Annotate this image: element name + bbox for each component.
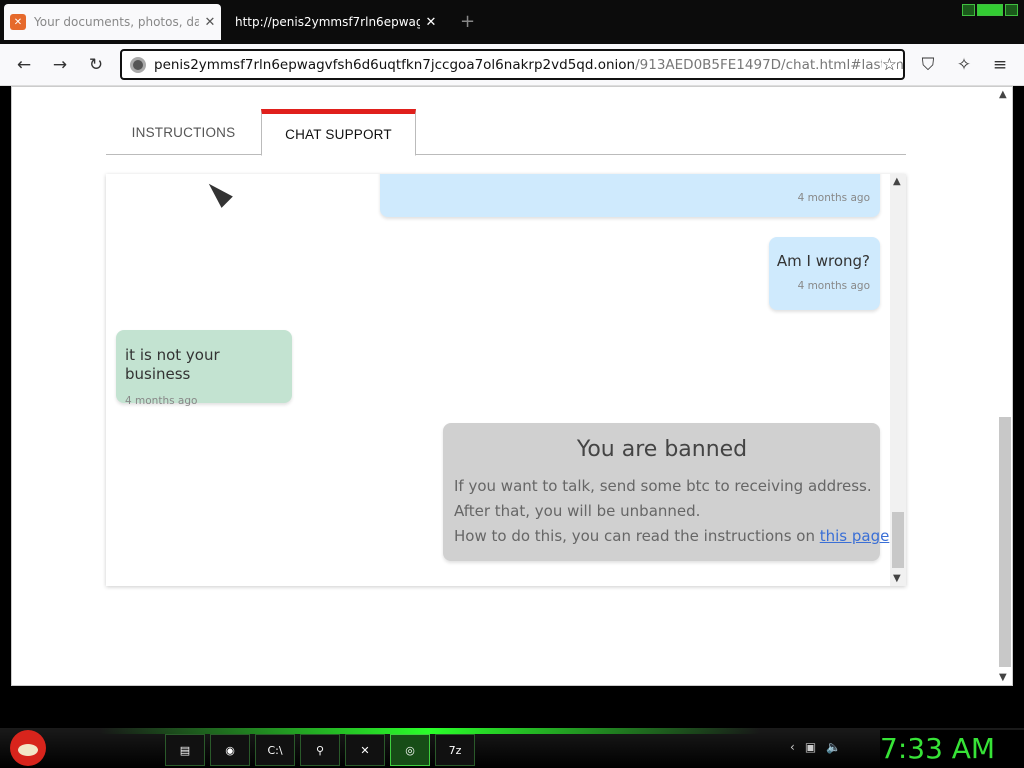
scroll-down-arrow-icon[interactable]: ▼ — [893, 573, 901, 584]
maximize-button[interactable] — [977, 4, 1003, 16]
back-arrow-icon[interactable]: ← — [12, 53, 36, 77]
tab-instructions[interactable]: INSTRUCTIONS — [106, 109, 261, 155]
banned-line-2: After that, you will be unbanned. — [454, 502, 701, 520]
minimize-button[interactable] — [962, 4, 975, 16]
banned-notice: You are banned If you want to talk, send… — [443, 423, 889, 561]
scroll-down-arrow-icon[interactable]: ▼ — [999, 672, 1007, 683]
message-time: 4 months ago — [797, 192, 870, 204]
page-viewport: INSTRUCTIONS CHAT SUPPORT 4 months ago A… — [11, 86, 1013, 686]
window-close-button[interactable] — [1005, 4, 1018, 16]
message-time: 4 months ago — [125, 395, 198, 407]
xampp-icon: ✕ — [10, 14, 26, 30]
chat-scrollbar[interactable]: ▲ ▼ — [890, 174, 906, 586]
volume-icon[interactable]: 🔈 — [826, 740, 841, 754]
chrome-icon[interactable]: ◉ — [210, 734, 250, 766]
browser-tab-bar: ✕ Your documents, photos, datab ✕ http:/… — [0, 0, 1024, 44]
browser-nav-bar: ← → ↻ penis2ymmsf7rln6epwagvfsh6d6uqtfkn… — [0, 44, 1024, 86]
file-explorer-icon[interactable]: ▤ — [165, 734, 205, 766]
chat-message-outgoing: Am I wrong? 4 months ago — [769, 237, 880, 310]
magic-wand-icon[interactable]: ✧ — [952, 53, 976, 77]
system-tray: ‹ ▣ 🔈 — [790, 740, 841, 754]
network-icon[interactable]: ▣ — [805, 740, 816, 754]
tab-title: http://penis2ymmsf7rln6epwagvfsh — [235, 15, 420, 29]
message-time: 4 months ago — [797, 280, 870, 292]
search-icon[interactable]: ⚲ — [300, 734, 340, 766]
browser-tab-documents[interactable]: ✕ Your documents, photos, datab ✕ — [4, 4, 221, 40]
7zip-icon[interactable]: 7z — [435, 734, 475, 766]
command-prompt-icon[interactable]: C:\ — [255, 734, 295, 766]
instructions-link[interactable]: this page — [820, 527, 890, 545]
url-path: /913AED0B5FE1497D/chat.html#last-message — [635, 56, 904, 73]
taskbar-clock[interactable]: 7:33 AM — [880, 730, 1024, 768]
tor-browser-icon[interactable]: ◎ — [390, 734, 430, 766]
onion-icon — [130, 56, 146, 73]
xampp-icon[interactable]: ✕ — [345, 734, 385, 766]
hamburger-menu-icon[interactable]: ≡ — [988, 53, 1012, 77]
forward-arrow-icon[interactable]: → — [48, 53, 72, 77]
message-text: it is not your business — [125, 346, 220, 383]
banned-line-3: How to do this, you can read the instruc… — [454, 524, 889, 549]
page-scrollbar[interactable]: ▲ ▼ — [996, 87, 1012, 685]
shield-icon[interactable]: ⛉ — [916, 53, 940, 77]
scroll-up-arrow-icon[interactable]: ▲ — [893, 176, 901, 187]
url-bar[interactable]: penis2ymmsf7rln6epwagvfsh6d6uqtfkn7jccgo… — [120, 49, 905, 80]
chat-scroll-thumb[interactable] — [892, 512, 904, 568]
tab-title: Your documents, photos, datab — [34, 15, 199, 29]
message-text: Am I wrong? — [776, 252, 870, 270]
page-scroll-thumb[interactable] — [999, 417, 1011, 667]
chat-message-incoming: it is not your business 4 months ago — [116, 330, 292, 407]
banned-line-1: If you want to talk, send some btc to re… — [454, 477, 872, 495]
taskbar: ▤ ◉ C:\ ⚲ ✕ ◎ 7z ‹ ▣ 🔈 7:33 AM — [0, 728, 1024, 768]
bookmark-star-icon[interactable]: ☆ — [881, 55, 897, 75]
url-host: penis2ymmsf7rln6epwagvfsh6d6uqtfkn7jccgo… — [154, 56, 636, 73]
window-controls — [962, 4, 1018, 16]
chat-panel: 4 months ago Am I wrong? 4 months ago it… — [106, 174, 906, 586]
tray-chevron-icon[interactable]: ‹ — [790, 740, 795, 754]
close-icon[interactable]: ✕ — [420, 15, 442, 30]
page-tabs: INSTRUCTIONS CHAT SUPPORT — [106, 109, 906, 156]
banned-title: You are banned — [576, 437, 748, 462]
browser-tab-chat[interactable]: http://penis2ymmsf7rln6epwagvfsh ✕ — [225, 4, 442, 40]
close-icon[interactable]: ✕ — [199, 15, 221, 30]
tab-chat-support[interactable]: CHAT SUPPORT — [261, 109, 416, 156]
reload-icon[interactable]: ↻ — [84, 53, 108, 77]
start-menu-bird-icon[interactable] — [10, 730, 46, 766]
scroll-up-arrow-icon[interactable]: ▲ — [999, 89, 1007, 100]
chat-message-outgoing: 4 months ago — [380, 174, 880, 217]
new-tab-plus-icon[interactable]: + — [460, 11, 475, 32]
banned-line-3-text: How to do this, you can read the instruc… — [454, 527, 820, 545]
